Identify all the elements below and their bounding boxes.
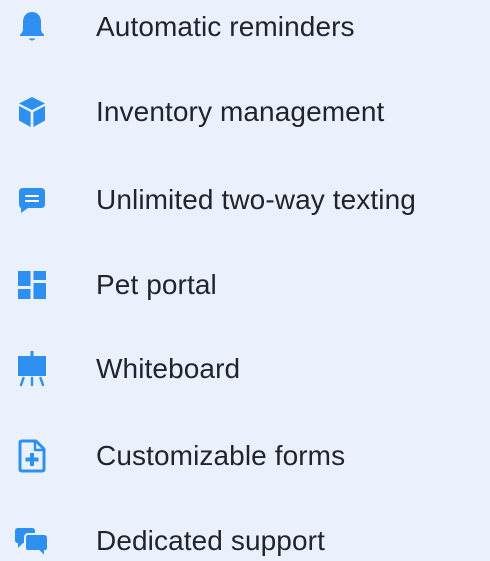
feature-item-unlimited-two-way-texting: Unlimited two-way texting (0, 180, 490, 220)
feature-item-pet-portal: Pet portal (0, 265, 490, 305)
feature-label: Unlimited two-way texting (96, 184, 416, 215)
feature-item-dedicated-support: Dedicated support (0, 521, 490, 561)
feature-item-inventory-management: Inventory management (0, 92, 490, 132)
box-icon (12, 92, 52, 132)
feature-label: Customizable forms (96, 440, 346, 471)
dashboard-icon (12, 265, 52, 305)
feature-label: Whiteboard (96, 353, 241, 384)
feature-label: Automatic reminders (96, 11, 355, 42)
feature-item-customizable-forms: Customizable forms (0, 436, 490, 476)
form-icon (12, 436, 52, 476)
feature-item-automatic-reminders: Automatic reminders (0, 7, 490, 47)
feature-label: Inventory management (96, 96, 385, 127)
feature-label: Dedicated support (96, 525, 325, 556)
feature-list: Automatic reminders Inventory management… (0, 0, 490, 560)
feature-item-whiteboard: Whiteboard (0, 349, 490, 389)
support-chat-icon (12, 521, 52, 561)
whiteboard-icon (12, 349, 52, 389)
bell-icon (12, 7, 52, 47)
feature-label: Pet portal (96, 269, 217, 300)
chat-icon (12, 180, 52, 220)
